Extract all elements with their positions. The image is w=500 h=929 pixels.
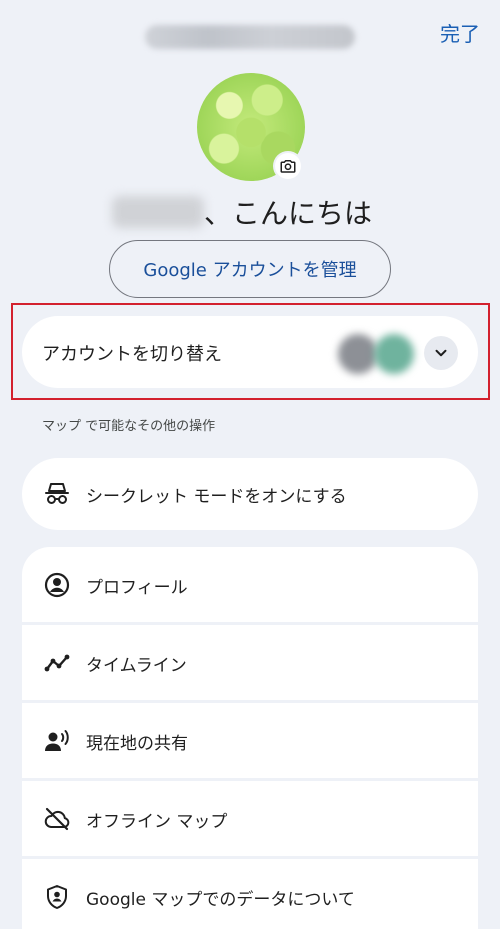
greeting: 、こんにちは xyxy=(0,190,500,234)
top-bar: 完了 xyxy=(0,0,500,70)
profile-icon xyxy=(44,572,70,598)
menu-item-location-sharing[interactable]: 現在地の共有 xyxy=(22,703,478,778)
offline-maps-icon xyxy=(44,806,70,832)
menu-item-timeline[interactable]: タイムライン xyxy=(22,625,478,700)
highlight-annotation xyxy=(11,303,490,400)
menu-list: プロフィール タイムライン 現在地の共有 オフライン マップ Google マッ… xyxy=(22,547,478,929)
section-caption: マップ で可能なその他の操作 xyxy=(42,419,216,434)
location-sharing-icon xyxy=(44,728,70,754)
camera-icon[interactable] xyxy=(275,153,301,179)
menu-item-data-in-maps[interactable]: Google マップでのデータについて xyxy=(22,859,478,929)
user-name-redacted xyxy=(112,196,204,228)
data-shield-icon xyxy=(44,884,70,910)
account-email-redacted xyxy=(145,25,355,49)
avatar-wrap[interactable] xyxy=(197,73,305,181)
menu-item-profile[interactable]: プロフィール xyxy=(22,547,478,622)
timeline-icon xyxy=(44,650,70,676)
menu-item-label: プロフィール xyxy=(86,578,188,598)
menu-item-label: タイムライン xyxy=(86,656,187,676)
incognito-mode-button[interactable]: シークレット モードをオンにする xyxy=(22,458,478,530)
greeting-text: 、こんにちは xyxy=(204,197,373,230)
menu-item-label: Google マップでのデータについて xyxy=(86,890,355,910)
done-button[interactable]: 完了 xyxy=(440,18,480,47)
menu-item-label: オフライン マップ xyxy=(86,812,228,832)
menu-item-label: 現在地の共有 xyxy=(86,734,188,754)
incognito-icon xyxy=(44,480,70,506)
menu-item-offline-maps[interactable]: オフライン マップ xyxy=(22,781,478,856)
incognito-label: シークレット モードをオンにする xyxy=(86,487,347,507)
manage-google-account-button[interactable]: Google アカウントを管理 xyxy=(109,240,391,298)
